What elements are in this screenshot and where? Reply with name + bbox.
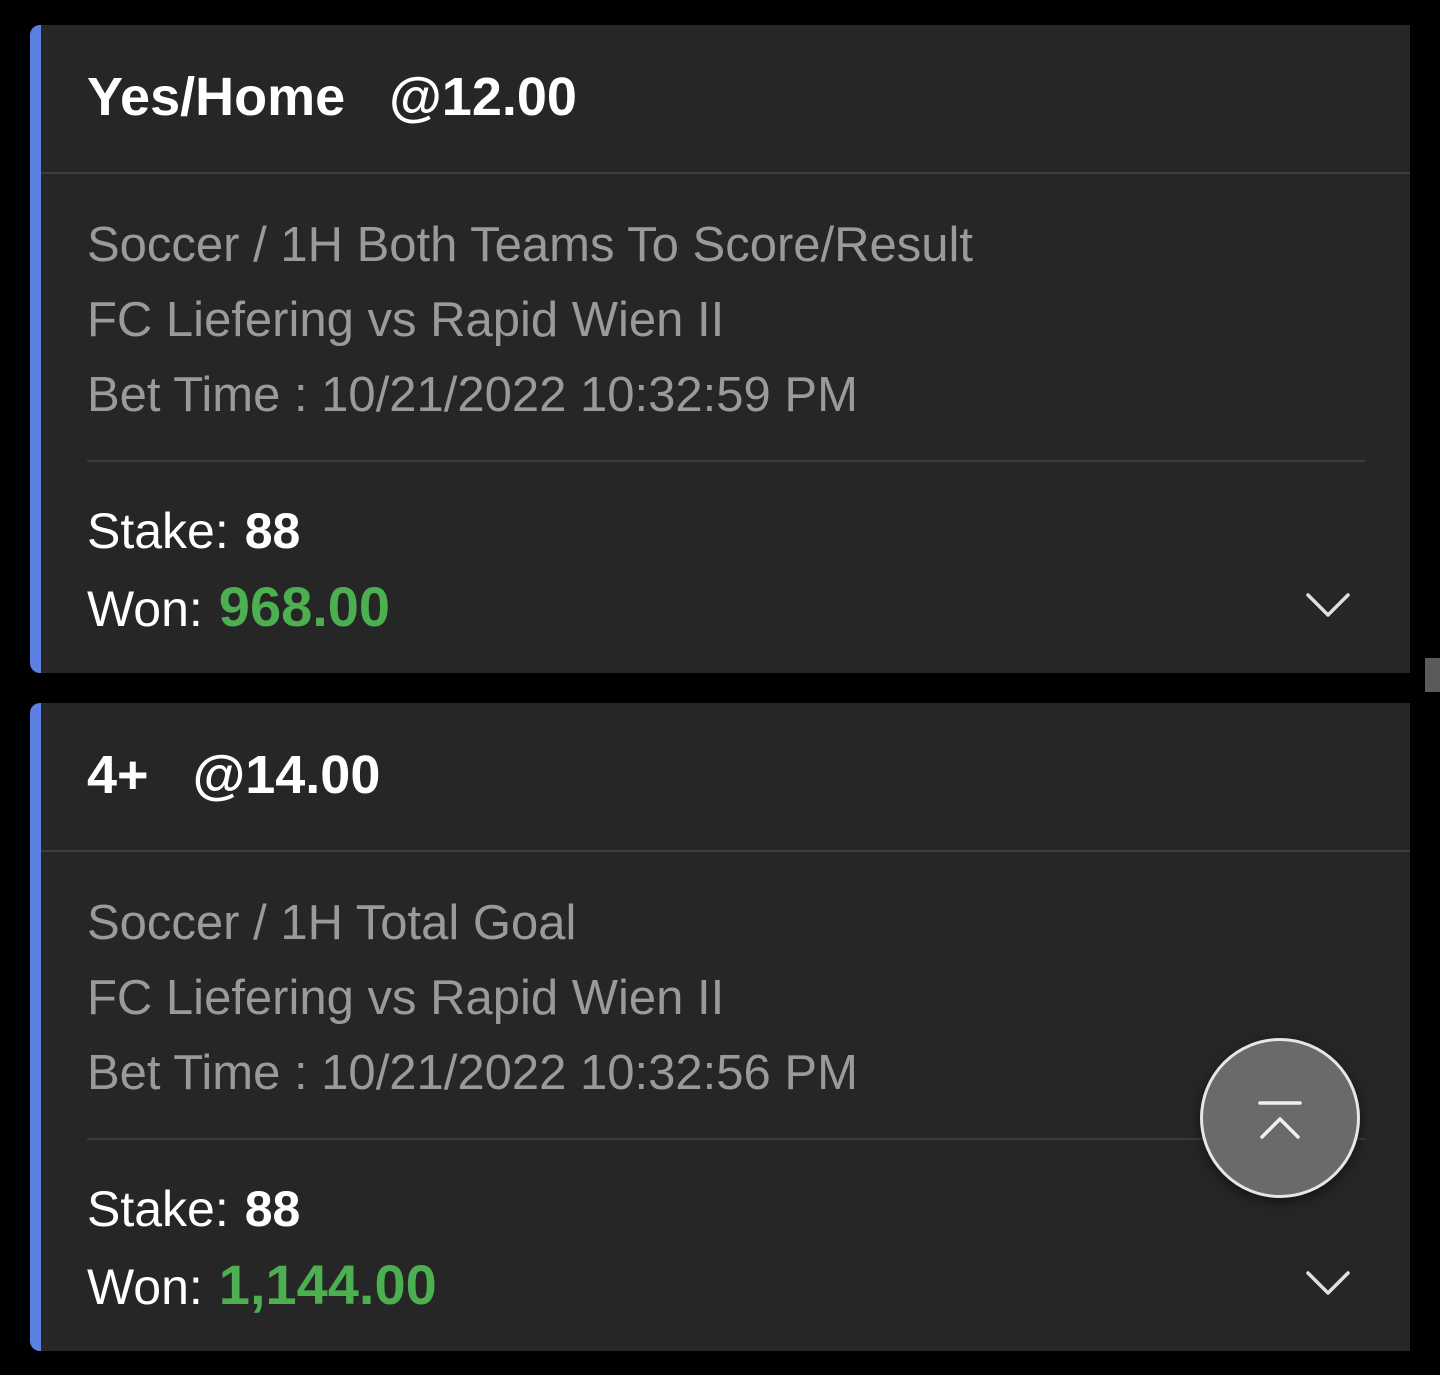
card-divider [87, 1138, 1365, 1140]
bet-details: Soccer / 1H Total Goal FC Liefering vs R… [87, 886, 858, 1111]
bet-selection-title: Yes/Home @12.00 [87, 65, 577, 129]
bet-selection-title: 4+ @14.00 [87, 743, 380, 807]
bet-card-header: Yes/Home @12.00 [41, 25, 1410, 174]
bet-details: Soccer / 1H Both Teams To Score/Result F… [87, 208, 973, 433]
won-label: Won: [87, 1259, 203, 1315]
bet-history-page: Yes/Home @12.00 Soccer / 1H Both Teams To… [0, 0, 1440, 1375]
bet-market: Soccer / 1H Total Goal [87, 896, 577, 950]
bet-card[interactable]: Yes/Home @12.00 Soccer / 1H Both Teams To… [30, 25, 1410, 673]
won-value: 968.00 [218, 575, 391, 638]
bet-card-header: 4+ @14.00 [41, 703, 1410, 852]
won-value: 1,144.00 [218, 1253, 437, 1316]
arrow-up-to-top-icon [1258, 1101, 1302, 1139]
stake-row: Stake: 88 [87, 493, 390, 569]
won-row: Won: 1,144.00 [87, 1247, 437, 1325]
scrollbar-thumb[interactable] [1425, 658, 1440, 692]
bet-selection: Yes/Home [87, 67, 346, 127]
stake-label: Stake: [87, 1181, 229, 1237]
card-accent-bar [30, 25, 41, 673]
bet-amounts: Stake: 88 Won: 1,144.00 [87, 1171, 437, 1325]
bet-card[interactable]: 4+ @14.00 Soccer / 1H Total Goal FC Liefe… [30, 703, 1410, 1351]
card-accent-bar [30, 703, 41, 1351]
stake-label: Stake: [87, 503, 229, 559]
bet-market: Soccer / 1H Both Teams To Score/Result [87, 218, 974, 272]
bet-amounts: Stake: 88 Won: 968.00 [87, 493, 390, 647]
card-divider [87, 460, 1365, 462]
chevron-down-icon[interactable] [1305, 590, 1351, 620]
bet-odds: @12.00 [389, 67, 577, 127]
won-label: Won: [87, 581, 203, 637]
bet-time: Bet Time : 10/21/2022 10:32:59 PM [87, 368, 858, 422]
scroll-to-top-button[interactable] [1200, 1038, 1360, 1198]
bet-time: Bet Time : 10/21/2022 10:32:56 PM [87, 1046, 858, 1100]
bet-selection: 4+ [87, 745, 149, 805]
stake-row: Stake: 88 [87, 1171, 437, 1247]
chevron-down-icon[interactable] [1305, 1268, 1351, 1298]
won-row: Won: 968.00 [87, 569, 390, 647]
bet-match: FC Liefering vs Rapid Wien II [87, 293, 725, 347]
stake-value: 88 [244, 1181, 301, 1237]
bet-match: FC Liefering vs Rapid Wien II [87, 971, 725, 1025]
bet-odds: @14.00 [192, 745, 381, 805]
stake-value: 88 [244, 503, 301, 559]
